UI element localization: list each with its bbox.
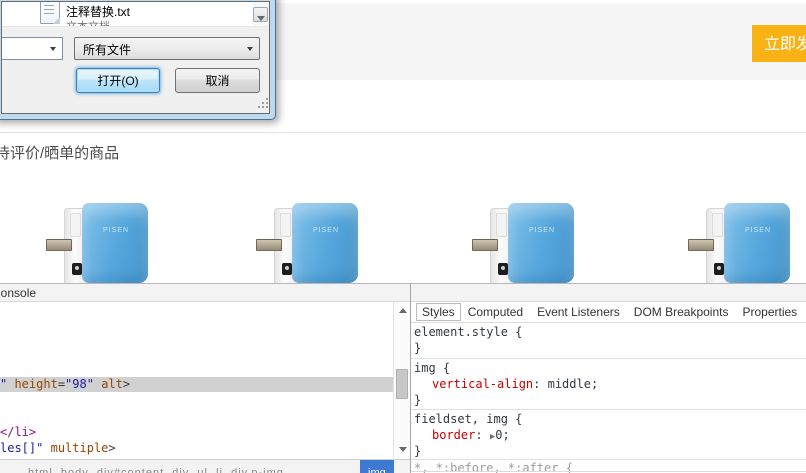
file-list: 注释替换.txt 文本文档 <box>2 2 269 27</box>
tab-properties[interactable]: Properties <box>735 303 804 321</box>
charger-face <box>724 203 790 283</box>
css-selector: fieldset, img { <box>414 411 806 427</box>
scroll-down-icon[interactable] <box>397 444 408 456</box>
product-image[interactable]: PISEN <box>688 203 792 283</box>
charger-slot <box>280 213 291 237</box>
code-line[interactable]: les[]" multiple> <box>0 441 393 456</box>
tab-styles[interactable]: Styles <box>416 303 461 321</box>
elements-panel: " height="98" alt> </li> les[]" multiple… <box>0 302 393 458</box>
css-rule-fieldset-img[interactable]: fieldset, img { border: ▶0; } <box>411 410 806 460</box>
charger-prong <box>256 239 282 251</box>
css-declaration[interactable]: border: ▶0; <box>414 427 806 443</box>
cancel-button[interactable]: 取消 <box>175 68 260 93</box>
code-line[interactable]: </li> <box>0 425 393 440</box>
breadcrumb: html body div#content div ul li div.p-im… <box>0 459 410 473</box>
scrollbar-thumb[interactable] <box>396 369 408 399</box>
usb-port <box>498 263 508 275</box>
scroll-down-icon[interactable] <box>253 7 268 22</box>
open-button[interactable]: 打开(O) <box>76 68 160 93</box>
section-divider <box>0 132 806 133</box>
css-brace: } <box>414 443 806 459</box>
tab-dom-breakpoints[interactable]: DOM Breakpoints <box>627 303 736 321</box>
publish-now-button[interactable]: 立即发表 <box>752 25 806 62</box>
tab-computed[interactable]: Computed <box>461 303 530 321</box>
product-image[interactable]: PISEN <box>472 203 576 283</box>
dialog-body: 注释替换.txt 文本文档 所有文件 打开(O) 取消 <box>1 1 270 114</box>
resize-grip-icon[interactable] <box>258 98 270 110</box>
product-image[interactable]: PISEN <box>256 203 360 283</box>
css-rule-element-style[interactable]: element.style { } <box>411 323 806 359</box>
charger-slot <box>712 213 723 237</box>
elements-scrollbar[interactable] <box>393 302 410 459</box>
filetype-value: 所有文件 <box>83 41 131 58</box>
devtools-tabbar: Console <box>0 284 806 302</box>
charger-face <box>292 203 358 283</box>
css-declaration[interactable]: vertical-align: middle; <box>414 376 806 392</box>
triangle-up-icon <box>399 308 407 313</box>
styles-sidebar: Styles Computed Event Listeners DOM Brea… <box>411 302 806 473</box>
brand-label: PISEN <box>313 227 339 234</box>
usb-port <box>714 263 724 275</box>
charger-face <box>82 203 148 283</box>
css-selector: element.style { <box>414 324 806 340</box>
triangle-down-icon <box>399 447 407 452</box>
chevron-down-icon <box>50 47 56 51</box>
filename-combobox[interactable] <box>1 37 63 60</box>
css-selector: img { <box>414 360 806 376</box>
tab-event-listeners[interactable]: Event Listeners <box>530 303 627 321</box>
css-brace: } <box>414 392 806 408</box>
brand-label: PISEN <box>529 227 555 234</box>
file-type-label: 文本文档 <box>66 18 110 27</box>
code-line-selected[interactable]: " height="98" alt> <box>0 377 393 392</box>
css-brace: } <box>414 340 806 356</box>
tab-console[interactable]: Console <box>0 286 36 300</box>
text-file-icon <box>40 2 60 24</box>
charger-prong <box>46 239 72 251</box>
brand-label: PISEN <box>103 227 129 234</box>
sidebar-tabbar: Styles Computed Event Listeners DOM Brea… <box>411 302 806 323</box>
charger-face <box>508 203 574 283</box>
charger-slot <box>70 213 81 237</box>
triangle-down-icon <box>257 16 265 21</box>
filetype-combobox[interactable]: 所有文件 <box>74 37 260 60</box>
page-title: 待评价/晒单的商品 <box>0 142 119 163</box>
product-image[interactable]: PISEN <box>46 203 150 283</box>
charger-prong <box>688 239 714 251</box>
charger-prong <box>472 239 498 251</box>
file-list-item[interactable]: 注释替换.txt 文本文档 <box>36 2 236 27</box>
breadcrumb-path[interactable]: html body div#content div ul li div.p-im… <box>28 460 284 473</box>
devtools-panel: Console " height="98" alt> </li> les[]" … <box>0 283 806 473</box>
chevron-down-icon <box>247 47 253 51</box>
charger-slot <box>496 213 507 237</box>
file-list-scrollbar[interactable] <box>253 2 269 26</box>
brand-label: PISEN <box>745 227 771 234</box>
usb-port <box>72 263 82 275</box>
scroll-up-icon[interactable] <box>397 305 408 317</box>
breadcrumb-active[interactable]: img <box>360 460 394 473</box>
usb-port <box>282 263 292 275</box>
css-rule-img[interactable]: img { vertical-align: middle; } <box>411 359 806 410</box>
file-open-dialog: 注释替换.txt 文本文档 所有文件 打开(O) 取消 <box>0 0 276 120</box>
